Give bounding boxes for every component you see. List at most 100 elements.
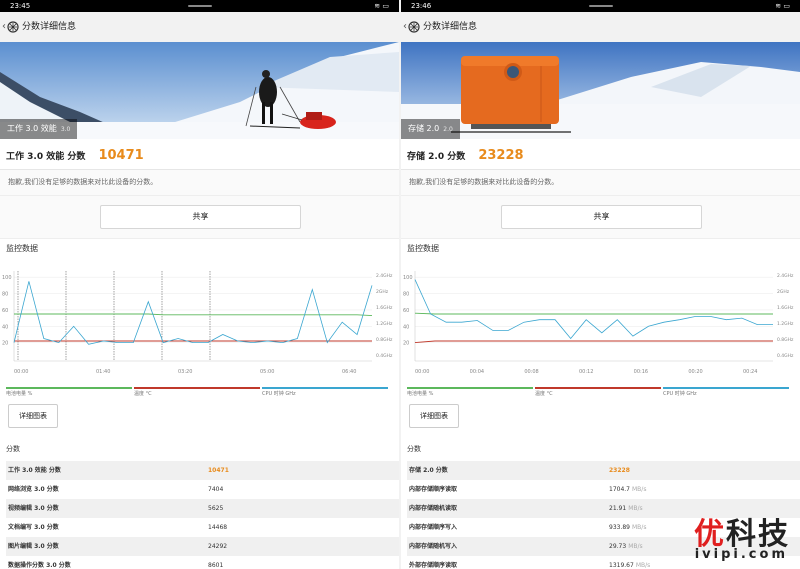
y-left-tick: 100 bbox=[403, 275, 413, 281]
row-value: 23228 bbox=[609, 467, 630, 474]
row-value: 29.73 MB/s bbox=[609, 543, 643, 550]
legend-item[interactable]: CPU 时钟 GHz bbox=[663, 384, 789, 398]
window-handle[interactable] bbox=[588, 5, 613, 7]
legend-item[interactable]: 温度 °C bbox=[535, 384, 661, 398]
x-tick: 06:40 bbox=[342, 369, 356, 375]
window-handle[interactable] bbox=[187, 5, 212, 7]
status-time: 23:45 bbox=[10, 2, 31, 10]
left-panel: 23:45 ≋ ▭ ‹ 分数详细信息 工作 3.0 效能 3.0 工作 3.0 … bbox=[0, 0, 399, 569]
legend-label: 温度 °C bbox=[535, 391, 553, 397]
x-tick: 00:20 bbox=[688, 369, 702, 375]
y-left-tick: 20 bbox=[403, 341, 409, 347]
row-unit: MB/s bbox=[628, 505, 643, 512]
share-button[interactable]: 共享 bbox=[100, 205, 301, 229]
detail-chart-button[interactable]: 详细图表 bbox=[409, 404, 459, 428]
row-value: 1704.7 MB/s bbox=[609, 486, 647, 493]
x-tick: 00:00 bbox=[14, 369, 28, 375]
legend-swatch bbox=[262, 387, 388, 389]
x-tick: 00:08 bbox=[524, 369, 538, 375]
row-name: 文档编写 3.0 分数 bbox=[8, 524, 59, 531]
share-button[interactable]: 共享 bbox=[501, 205, 702, 229]
y-left-tick: 80 bbox=[403, 292, 409, 298]
row-name: 内部存储顺序写入 bbox=[409, 524, 458, 531]
row-value: 1319.67 MB/s bbox=[609, 562, 651, 569]
nav-bar: ‹ 分数详细信息 bbox=[401, 12, 800, 42]
site-watermark: 优科技 ivipi.com bbox=[676, 509, 796, 567]
monitor-chart: 100 80 60 40 20 2.4GHz 2GHz 1.6GHz 1.2GHz 0.8GHz 0… bbox=[0, 259, 399, 384]
score-label: 存储 2.0 分数 bbox=[407, 152, 466, 162]
legend-item[interactable]: 电池电量 % bbox=[6, 384, 132, 398]
y-right-tick: 1.6GHz bbox=[376, 305, 393, 311]
comparison-note: 抱歉,我们没有足够的数据来对比此设备的分数。 bbox=[0, 170, 399, 196]
y-left-tick: 60 bbox=[403, 308, 409, 314]
table-row: 文档编写 3.0 分数 14468 bbox=[6, 518, 399, 537]
hero-banner: 工作 3.0 效能 3.0 bbox=[0, 42, 399, 139]
y-right-tick: 0.8GHz bbox=[376, 337, 393, 343]
legend-item[interactable]: 温度 °C bbox=[134, 384, 260, 398]
y-right-tick: 2.4GHz bbox=[376, 273, 393, 279]
share-area: 共享 bbox=[0, 196, 399, 239]
chevron-left-icon[interactable]: ‹ bbox=[2, 12, 6, 42]
row-name: 数据操作分数 3.0 分数 bbox=[8, 562, 71, 569]
page-title: 分数详细信息 bbox=[22, 22, 77, 32]
y-right-tick: 2GHz bbox=[376, 289, 389, 295]
table-row: 数据操作分数 3.0 分数 8601 bbox=[6, 556, 399, 569]
row-name: 内部存储随机写入 bbox=[409, 543, 458, 550]
hero-tag-label: 存储 2.0 bbox=[408, 124, 440, 133]
chevron-left-icon[interactable]: ‹ bbox=[403, 12, 407, 42]
share-area: 共享 bbox=[401, 196, 800, 239]
y-right-tick: 1.6GHz bbox=[777, 305, 794, 311]
row-name: 视频编辑 3.0 分数 bbox=[8, 505, 59, 512]
detail-chart-button[interactable]: 详细图表 bbox=[8, 404, 58, 428]
legend-item[interactable]: CPU 时钟 GHz bbox=[262, 384, 388, 398]
y-right-tick: 0.4GHz bbox=[777, 353, 794, 359]
row-value: 10471 bbox=[208, 467, 229, 474]
row-unit: MB/s bbox=[628, 543, 643, 550]
y-right-tick: 0.8GHz bbox=[777, 337, 794, 343]
row-value: 7404 bbox=[208, 486, 224, 493]
row-name: 图片编辑 3.0 分数 bbox=[8, 543, 59, 550]
row-name: 网络浏览 3.0 分数 bbox=[8, 486, 59, 493]
monitor-title: 监控数据 bbox=[407, 244, 439, 253]
y-right-tick: 1.2GHz bbox=[777, 321, 794, 327]
hero-tag: 工作 3.0 效能 3.0 bbox=[0, 119, 78, 139]
row-value: 14468 bbox=[208, 524, 228, 531]
row-name: 存储 2.0 分数 bbox=[409, 467, 448, 474]
row-value: 21.91 MB/s bbox=[609, 505, 643, 512]
score-row: 存储 2.0 分数 23228 bbox=[401, 139, 800, 170]
status-bar: 23:46 ≋ ▭ bbox=[401, 0, 800, 12]
scores-title: 分数 bbox=[6, 445, 20, 453]
status-icons: ≋ ▭ bbox=[374, 2, 389, 10]
score-label: 工作 3.0 效能 分数 bbox=[6, 152, 86, 162]
row-value: 933.89 MB/s bbox=[609, 524, 647, 531]
row-value: 24292 bbox=[208, 543, 228, 550]
legend-item[interactable]: 电池电量 % bbox=[407, 384, 533, 398]
y-right-tick: 2.4GHz bbox=[777, 273, 794, 279]
legend-swatch bbox=[407, 387, 533, 389]
hero-tag-label: 工作 3.0 效能 bbox=[7, 124, 57, 133]
legend-swatch bbox=[663, 387, 789, 389]
series-line bbox=[414, 312, 773, 315]
series-line bbox=[14, 313, 373, 317]
3dmark-logo-icon bbox=[408, 21, 420, 33]
hero-tag-version: 3.0 bbox=[60, 126, 71, 133]
x-tick: 00:24 bbox=[743, 369, 757, 375]
monitor-chart: 100 80 60 40 20 2.4GHz 2GHz 1.6GHz 1.2GHz 0.8GHz 0… bbox=[401, 259, 800, 384]
hero-tag: 存储 2.0 2.0 bbox=[401, 119, 460, 139]
x-tick: 00:12 bbox=[579, 369, 593, 375]
y-right-tick: 0.4GHz bbox=[376, 353, 393, 359]
table-row: 图片编辑 3.0 分数 24292 bbox=[6, 537, 399, 556]
row-name: 内部存储随机读取 bbox=[409, 505, 458, 512]
y-left-tick: 100 bbox=[2, 275, 12, 281]
monitor-chart-svg: 100 80 60 40 20 2.4GHz 2GHz 1.6GHz 1.2GHz 0.8GHz 0… bbox=[2, 271, 393, 375]
x-tick: 00:04 bbox=[470, 369, 484, 375]
legend-label: CPU 时钟 GHz bbox=[262, 391, 296, 397]
legend-swatch bbox=[134, 387, 260, 389]
table-row: 内部存储顺序读取 1704.7 MB/s bbox=[407, 480, 800, 499]
table-row: 工作 3.0 效能 分数 10471 bbox=[6, 461, 399, 480]
hero-tag-version: 2.0 bbox=[443, 126, 453, 133]
page-title: 分数详细信息 bbox=[423, 22, 478, 32]
table-row: 网络浏览 3.0 分数 7404 bbox=[6, 480, 399, 499]
series-line bbox=[414, 279, 773, 340]
y-left-tick: 40 bbox=[403, 324, 409, 330]
